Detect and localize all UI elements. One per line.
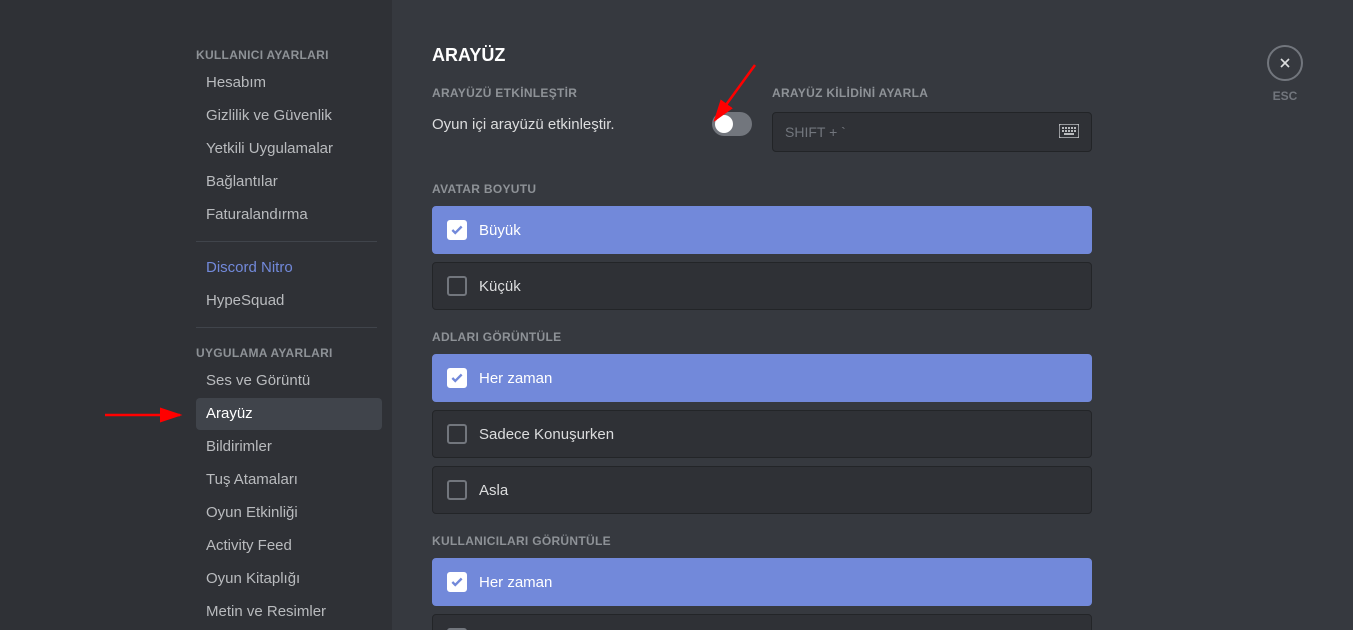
- close-label: ESC: [1273, 89, 1298, 103]
- sidebar-item-game-library[interactable]: Oyun Kitaplığı: [196, 563, 382, 595]
- display-names-label: ADLARI GÖRÜNTÜLE: [432, 330, 1092, 344]
- section-header-app: UYGULAMA AYARLARI: [196, 338, 382, 364]
- main-content: ARAYÜZ ARAYÜZÜ ETKİNLEŞTİR Oyun içi aray…: [392, 0, 1353, 630]
- display-users-label: KULLANICILARI GÖRÜNTÜLE: [432, 534, 1092, 548]
- close-icon: [1277, 55, 1293, 71]
- avatar-size-label: AVATAR BOYUTU: [432, 182, 1092, 196]
- sidebar-item-notifications[interactable]: Bildirimler: [196, 431, 382, 463]
- sidebar-item-authorized-apps[interactable]: Yetkili Uygulamalar: [196, 133, 382, 165]
- option-label: Büyük: [479, 222, 521, 239]
- divider: [196, 327, 377, 328]
- page-title: ARAYÜZ: [432, 45, 1092, 66]
- enable-overlay-toggle[interactable]: [712, 112, 752, 136]
- avatar-option-large[interactable]: Büyük: [432, 206, 1092, 254]
- sidebar-item-billing[interactable]: Faturalandırma: [196, 199, 382, 231]
- toggle-knob: [715, 115, 733, 133]
- avatar-option-small[interactable]: Küçük: [432, 262, 1092, 310]
- divider: [196, 241, 377, 242]
- sidebar-item-keybinds[interactable]: Tuş Atamaları: [196, 464, 382, 496]
- sidebar-item-hypesquad[interactable]: HypeSquad: [196, 285, 382, 317]
- users-option-always[interactable]: Her zaman: [432, 558, 1092, 606]
- checkbox: [447, 572, 467, 592]
- option-label: Her zaman: [479, 370, 552, 387]
- lock-overlay-label: ARAYÜZ KİLİDİNİ AYARLA: [772, 86, 1092, 100]
- check-icon: [450, 223, 464, 237]
- checkbox: [447, 424, 467, 444]
- check-icon: [450, 371, 464, 385]
- sidebar-item-voice-video[interactable]: Ses ve Görüntü: [196, 365, 382, 397]
- names-option-never[interactable]: Asla: [432, 466, 1092, 514]
- keybind-value: SHIFT + `: [785, 124, 846, 140]
- checkbox: [447, 480, 467, 500]
- option-label: Her zaman: [479, 574, 552, 591]
- option-label: Asla: [479, 482, 508, 499]
- close-button[interactable]: [1267, 45, 1303, 81]
- sidebar-item-privacy[interactable]: Gizlilik ve Güvenlik: [196, 100, 382, 132]
- sidebar-item-text-images[interactable]: Metin ve Resimler: [196, 596, 382, 628]
- keyboard-icon: [1059, 124, 1079, 141]
- checkbox: [447, 276, 467, 296]
- names-option-always[interactable]: Her zaman: [432, 354, 1092, 402]
- checkbox: [447, 220, 467, 240]
- lock-keybind-input[interactable]: SHIFT + `: [772, 112, 1092, 152]
- section-header-user: KULLANICI AYARLARI: [196, 40, 382, 66]
- sidebar-item-nitro[interactable]: Discord Nitro: [196, 252, 382, 284]
- option-label: Küçük: [479, 278, 521, 295]
- sidebar-item-game-activity[interactable]: Oyun Etkinliği: [196, 497, 382, 529]
- sidebar-item-account[interactable]: Hesabım: [196, 67, 382, 99]
- sidebar-item-connections[interactable]: Bağlantılar: [196, 166, 382, 198]
- enable-overlay-label: ARAYÜZÜ ETKİNLEŞTİR: [432, 86, 752, 100]
- checkbox: [447, 368, 467, 388]
- users-option-speaking[interactable]: Sadece Konuşurken: [432, 614, 1092, 630]
- settings-sidebar: KULLANICI AYARLARI Hesabım Gizlilik ve G…: [0, 0, 392, 630]
- sidebar-item-overlay[interactable]: Arayüz: [196, 398, 382, 430]
- enable-overlay-text: Oyun içi arayüzü etkinleştir.: [432, 116, 615, 133]
- close-button-container: ESC: [1267, 45, 1303, 103]
- sidebar-item-activity-feed[interactable]: Activity Feed: [196, 530, 382, 562]
- names-option-speaking[interactable]: Sadece Konuşurken: [432, 410, 1092, 458]
- check-icon: [450, 575, 464, 589]
- option-label: Sadece Konuşurken: [479, 426, 614, 443]
